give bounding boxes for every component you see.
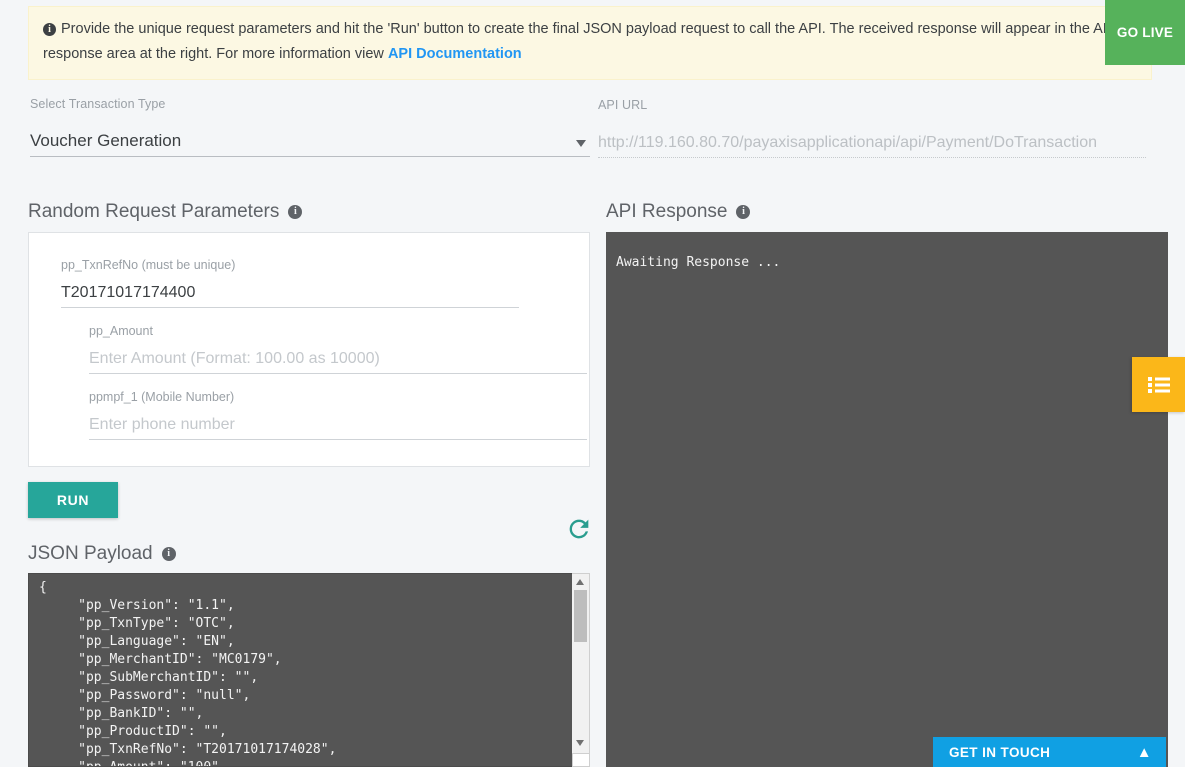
get-in-touch-label: GET IN TOUCH [949,744,1051,760]
mobile-input[interactable] [89,413,587,440]
scroll-up-icon[interactable] [576,579,584,585]
info-icon: i [43,23,56,36]
txnrefno-label: pp_TxnRefNo (must be unique) [61,258,236,272]
json-payload-heading: JSON Payload i [28,543,176,565]
arrow-up-icon: ▲ [1136,743,1152,761]
api-url-value: http://119.160.80.70/payaxisapplicationa… [598,134,1097,151]
transaction-type-select[interactable]: Voucher Generation [30,121,590,157]
info-banner: i Provide the unique request parameters a… [28,6,1152,80]
refresh-icon[interactable] [562,515,596,545]
go-live-button[interactable]: GO LIVE [1105,0,1185,65]
request-params-card: pp_TxnRefNo (must be unique) pp_Amount p… [28,232,590,539]
transaction-type-group: Select Transaction Type Voucher Generati… [30,97,590,157]
json-payload-text: { "pp_Version": "1.1", "pp_TxnType": "OT… [39,580,337,766]
amount-label: pp_Amount [89,324,153,338]
scroll-down-icon[interactable] [576,740,584,746]
info-icon-json-payload[interactable]: i [161,547,176,561]
json-payload-title: JSON Payload [28,543,153,564]
transaction-type-value: Voucher Generation [30,131,182,150]
txnrefno-input[interactable] [61,281,519,308]
transaction-type-label: Select Transaction Type [30,97,166,111]
api-url-field: http://119.160.80.70/payaxisapplicationa… [598,122,1146,158]
field-mobile: ppmpf_1 (Mobile Number) [89,390,587,440]
api-response-text: Awaiting Response ... [616,255,781,270]
mobile-label: ppmpf_1 (Mobile Number) [89,390,235,404]
textarea-resize-handle[interactable] [572,753,590,767]
refresh-icon-svg [569,519,589,539]
api-response-area: Awaiting Response ... [606,232,1168,767]
list-icon [1147,376,1170,393]
run-button[interactable]: RUN [28,482,118,518]
info-icon-request-params[interactable]: i [288,205,303,219]
field-amount: pp_Amount [89,324,587,374]
chevron-down-icon [576,140,586,147]
info-icon-api-response[interactable]: i [736,205,751,219]
request-params-heading: Random Request Parameters i [28,201,303,223]
json-payload-area[interactable]: { "pp_Version": "1.1", "pp_TxnType": "OT… [28,573,590,767]
api-documentation-link[interactable]: API Documentation [388,46,522,62]
json-payload-scrollbar[interactable] [572,573,590,767]
page-root: i Provide the unique request parameters a… [0,0,1185,767]
api-response-title: API Response [606,201,728,222]
field-txnrefno: pp_TxnRefNo (must be unique) [61,258,519,308]
api-url-group: API URL http://119.160.80.70/payaxisappl… [598,98,1146,158]
api-response-heading: API Response i [606,201,751,223]
scrollbar-thumb[interactable] [574,590,587,642]
side-menu-tab[interactable] [1132,357,1185,412]
api-url-label: API URL [598,98,648,112]
banner-text: Provide the unique request parameters an… [43,21,1117,62]
amount-input[interactable] [89,347,587,374]
get-in-touch-button[interactable]: GET IN TOUCH ▲ [933,737,1166,767]
request-params-title: Random Request Parameters [28,201,280,222]
